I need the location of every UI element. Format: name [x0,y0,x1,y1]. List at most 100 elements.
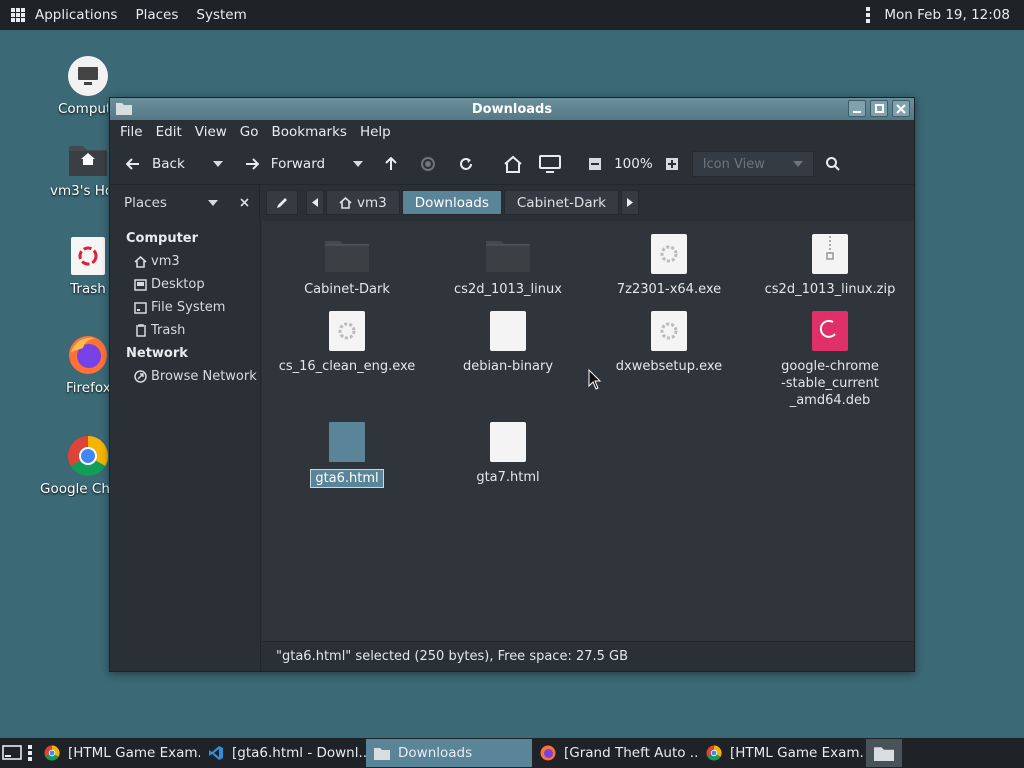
home-icon [339,196,352,209]
file-item-dxwebsetup-exe[interactable]: dxwebsetup.exe [589,310,749,375]
breadcrumb-vm3[interactable]: vm3 [326,190,400,215]
task-vscode[interactable]: [gta6.html - Downl... [200,739,366,767]
file-item-cs2d-zip[interactable]: cs2d_1013_linux.zip [750,233,910,298]
computer-icon[interactable] [539,155,562,173]
content-area: Computer vm3 Desktop File System Trash N… [110,221,914,671]
chevron-right-icon [626,198,633,207]
back-button[interactable]: Back [126,156,185,172]
menu-edit[interactable]: Edit [156,124,182,140]
menu-places[interactable]: Places [135,7,178,23]
sidebar-item-file-system[interactable]: File System [110,296,260,319]
file-item-chrome-deb[interactable]: google-chrome-stable_current_amd64.deb [750,310,910,409]
executable-icon [328,310,366,352]
menubar: File Edit View Go Bookmarks Help [110,120,914,144]
file-grid: Cabinet-Dark cs2d_1013_linux 7z2301-x64.… [262,221,914,641]
mouse-pointer-icon [588,369,602,390]
file-item-cs2d-folder[interactable]: cs2d_1013_linux [428,233,588,298]
places-header: Places [110,184,260,221]
desktop-icon [2,745,22,760]
clock[interactable]: Mon Feb 19, 12:08 [884,7,1010,23]
arrow-left-icon [126,158,139,170]
file-manager-window: Downloads File Edit View Go Bookmarks He… [109,97,915,672]
edit-location-button[interactable] [266,190,298,215]
menu-go[interactable]: Go [240,124,259,140]
folder-icon [374,748,390,760]
sidebar-item-trash[interactable]: Trash [110,319,260,342]
folder-icon [116,103,132,115]
executable-icon [650,233,688,275]
chrome-icon [44,745,60,761]
menu-applications[interactable]: Applications [35,7,117,23]
vscode-icon [209,746,223,760]
zoom-out-icon[interactable] [589,158,602,170]
arrow-up-icon[interactable] [385,157,397,171]
workspace-switcher[interactable] [866,739,902,767]
window-title: Downloads [471,101,553,117]
file-item-7z-exe[interactable]: 7z2301-x64.exe [589,233,749,298]
forward-history-dropdown[interactable] [353,161,364,167]
file-item-cabinet-dark[interactable]: Cabinet-Dark [267,233,427,298]
stop-icon[interactable] [421,157,436,171]
breadcrumb-scroll-left[interactable] [306,190,324,215]
back-history-dropdown[interactable] [212,161,223,167]
view-mode-select[interactable]: Icon View [691,151,814,177]
sidebar-item-desktop[interactable]: Desktop [110,273,260,296]
folder-icon [874,746,894,761]
sidebar-item-browse-network[interactable]: Browse Network [110,365,260,388]
file-item-gta7-html[interactable]: gta7.html [428,421,588,486]
show-desktop-button[interactable] [0,739,24,767]
task-chrome-1[interactable]: [HTML Game Exam... [36,739,200,767]
firefox-icon [67,334,109,376]
maximize-button[interactable] [870,100,888,117]
menu-system[interactable]: System [196,7,246,23]
drive-icon [134,301,147,314]
sidebar-item-vm3[interactable]: vm3 [110,250,260,273]
blank-file-icon [489,310,527,352]
folder-icon [486,233,530,275]
taskbar-separator-icon [28,745,32,761]
kebab-menu-icon[interactable] [866,7,871,23]
forward-button[interactable]: Forward [245,156,325,172]
zoom-in-icon[interactable] [665,158,678,170]
chrome-icon [67,435,109,477]
search-icon[interactable] [825,157,840,171]
task-chrome-2[interactable]: [HTML Game Exam... [698,739,864,767]
breadcrumb-downloads[interactable]: Downloads [401,190,502,215]
computer-icon [67,55,109,97]
chevron-down-icon[interactable] [208,199,218,206]
titlebar[interactable]: Downloads [110,98,914,120]
home-icon[interactable] [503,155,523,173]
file-item-gta6-html[interactable]: gta6.html [267,421,427,488]
reload-icon[interactable] [459,157,473,171]
network-icon [134,370,147,383]
chrome-icon [706,745,722,761]
task-downloads[interactable]: Downloads [366,739,532,767]
sidebar: Computer vm3 Desktop File System Trash N… [110,221,261,671]
breadcrumb-scroll-right[interactable] [620,190,639,215]
menu-view[interactable]: View [195,124,227,140]
close-button[interactable] [892,100,910,117]
file-item-debian-binary[interactable]: debian-binary [428,310,588,375]
location-bar: Places vm3 Downloads Cabinet-Dark [110,184,914,221]
breadcrumb-cabinet-dark[interactable]: Cabinet-Dark [503,190,619,215]
file-item-cs16-exe[interactable]: cs_16_clean_eng.exe [267,310,427,375]
close-icon[interactable] [240,198,249,207]
apps-grid-icon[interactable] [11,8,25,22]
sidebar-heading-computer: Computer [126,231,199,246]
debian-package-icon [811,310,849,352]
archive-icon [811,233,849,275]
folder-icon [325,233,369,275]
firefox-icon [540,745,556,761]
minimize-button[interactable] [848,100,866,117]
zoom-level: 100% [614,156,653,172]
menu-bookmarks[interactable]: Bookmarks [272,124,347,140]
top-panel: Applications Places System Mon Feb 19, 1… [0,0,1024,30]
sidebar-heading-network: Network [126,346,188,361]
html-file-icon [328,421,366,463]
home-icon [134,255,147,268]
menu-file[interactable]: File [120,124,143,140]
menu-help[interactable]: Help [360,124,391,140]
task-firefox[interactable]: [Grand Theft Auto ... [532,739,698,767]
blank-file-icon [489,421,527,463]
places-dropdown[interactable]: Places [124,195,167,211]
